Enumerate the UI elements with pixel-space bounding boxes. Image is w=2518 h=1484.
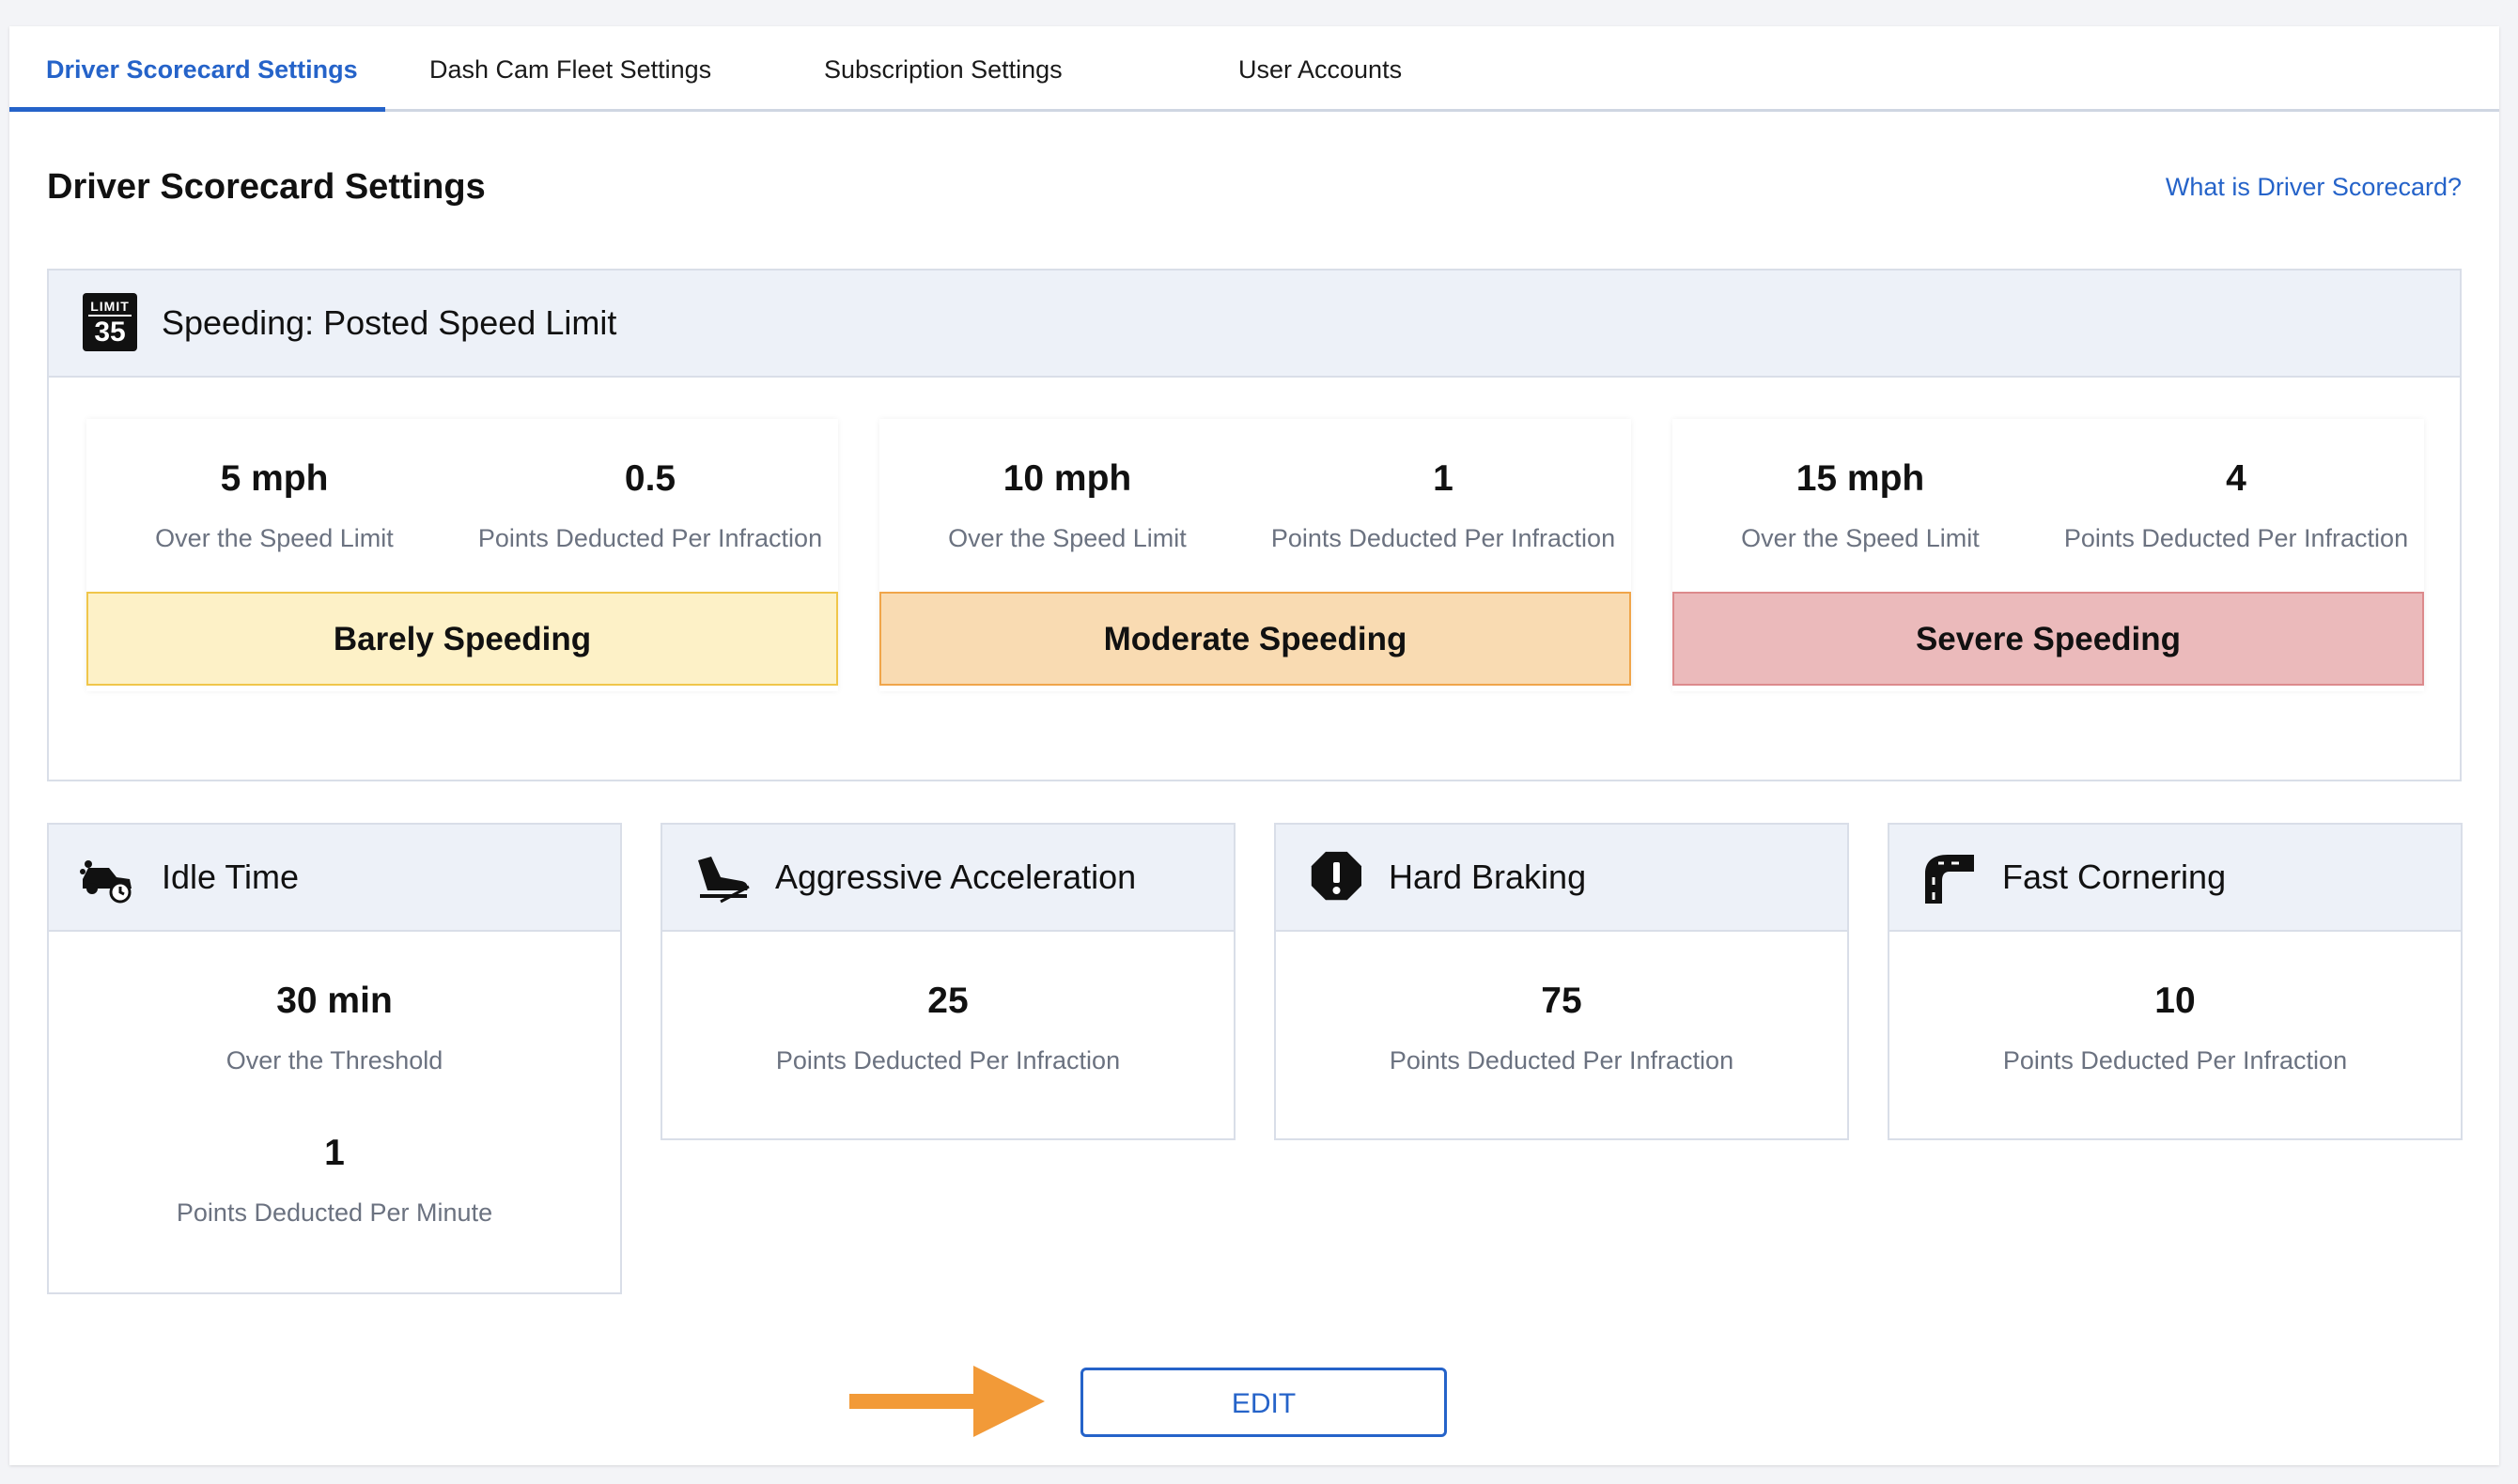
idle-points-stat: 1 Points Deducted Per Minute bbox=[49, 1133, 620, 1228]
idle-points-value: 1 bbox=[324, 1133, 345, 1173]
cornering-points-value: 10 bbox=[2154, 981, 2196, 1021]
speeding-tier-severe: 15 mph Over the Speed Limit 4 Points Ded… bbox=[1672, 419, 2424, 691]
idle-time-title: Idle Time bbox=[162, 858, 300, 896]
cornering-card-header: Fast Cornering bbox=[1889, 825, 2461, 932]
tier-speed-stat: 15 mph Over the Speed Limit bbox=[1672, 419, 2048, 553]
hard-braking-card: Hard Braking 75 Points Deducted Per Infr… bbox=[1274, 823, 1849, 1140]
acceleration-points-label: Points Deducted Per Infraction bbox=[775, 1046, 1121, 1074]
tab-driver-scorecard-settings[interactable]: Driver Scorecard Settings bbox=[9, 26, 385, 112]
tier-speed-label: Over the Speed Limit bbox=[155, 524, 394, 552]
idle-time-card-header: Idle Time bbox=[49, 825, 620, 932]
arrow-right-icon bbox=[849, 1366, 1045, 1437]
acceleration-title: Aggressive Acceleration bbox=[775, 858, 1137, 896]
tier-speed-value: 10 mph bbox=[1003, 458, 1132, 499]
cornering-points-stat: 10 Points Deducted Per Infraction bbox=[1889, 981, 2461, 1075]
what-is-driver-scorecard-link[interactable]: What is Driver Scorecard? bbox=[2166, 173, 2462, 202]
tier-speed-value: 5 mph bbox=[220, 458, 329, 499]
acceleration-points-stat: 25 Points Deducted Per Infraction bbox=[662, 981, 1234, 1075]
tier-speed-value: 15 mph bbox=[1795, 458, 1925, 499]
tab-user-accounts[interactable]: User Accounts bbox=[1238, 26, 1402, 109]
tier-points-value: 1 bbox=[1433, 458, 1453, 499]
tab-subscription-settings[interactable]: Subscription Settings bbox=[824, 26, 1063, 109]
speeding-card: LIMIT 35 Speeding: Posted Speed Limit 5 … bbox=[47, 269, 2462, 781]
braking-card-header: Hard Braking bbox=[1276, 825, 1847, 932]
acceleration-points-value: 25 bbox=[927, 981, 969, 1021]
speeding-card-header: LIMIT 35 Speeding: Posted Speed Limit bbox=[49, 271, 2460, 378]
page-title: Driver Scorecard Settings bbox=[47, 167, 486, 207]
curved-road-icon bbox=[1925, 855, 1974, 904]
tier-speed-label: Over the Speed Limit bbox=[1741, 524, 1980, 552]
tier-band-severe-speeding: Severe Speeding bbox=[1672, 592, 2424, 686]
tier-speed-stat: 5 mph Over the Speed Limit bbox=[86, 419, 462, 553]
tier-points-label: Points Deducted Per Infraction bbox=[2063, 524, 2409, 552]
tier-speed-stat: 10 mph Over the Speed Limit bbox=[879, 419, 1255, 553]
braking-points-value: 75 bbox=[1541, 981, 1582, 1021]
edit-button[interactable]: EDIT bbox=[1080, 1368, 1447, 1437]
idle-threshold-stat: 30 min Over the Threshold bbox=[49, 981, 620, 1075]
idle-threshold-label: Over the Threshold bbox=[225, 1046, 443, 1074]
idle-car-icon bbox=[80, 860, 132, 904]
acceleration-card-header: Aggressive Acceleration bbox=[662, 825, 1234, 932]
hard-braking-title: Hard Braking bbox=[1389, 858, 1587, 896]
fast-cornering-title: Fast Cornering bbox=[2002, 858, 2227, 896]
braking-points-label: Points Deducted Per Infraction bbox=[1389, 1046, 1734, 1074]
idle-points-label: Points Deducted Per Minute bbox=[176, 1198, 493, 1227]
tier-points-label: Points Deducted Per Infraction bbox=[1270, 524, 1616, 552]
speed-limit-sign-icon: LIMIT 35 bbox=[83, 293, 137, 351]
braking-points-stat: 75 Points Deducted Per Infraction bbox=[1276, 981, 1847, 1075]
tier-points-value: 0.5 bbox=[624, 458, 676, 499]
tier-points-stat: 1 Points Deducted Per Infraction bbox=[1255, 419, 1631, 553]
tab-bar: Driver Scorecard Settings Dash Cam Fleet… bbox=[9, 26, 2499, 112]
tier-points-stat: 0.5 Points Deducted Per Infraction bbox=[462, 419, 838, 553]
brake-warning-icon bbox=[1311, 851, 1361, 901]
tab-dash-cam-fleet-settings[interactable]: Dash Cam Fleet Settings bbox=[429, 26, 711, 109]
tier-speed-label: Over the Speed Limit bbox=[948, 524, 1187, 552]
cornering-points-label: Points Deducted Per Infraction bbox=[2002, 1046, 2348, 1074]
speeding-tier-moderate: 10 mph Over the Speed Limit 1 Points Ded… bbox=[879, 419, 1631, 691]
tier-points-value: 4 bbox=[2226, 458, 2246, 499]
tier-band-barely-speeding: Barely Speeding bbox=[86, 592, 838, 686]
idle-threshold-value: 30 min bbox=[276, 981, 393, 1021]
idle-time-card: Idle Time 30 min Over the Threshold 1 Po… bbox=[47, 823, 622, 1294]
gas-pedal-icon bbox=[698, 857, 750, 904]
tier-points-stat: 4 Points Deducted Per Infraction bbox=[2048, 419, 2424, 553]
tier-band-moderate-speeding: Moderate Speeding bbox=[879, 592, 1631, 686]
aggressive-acceleration-card: Aggressive Acceleration 25 Points Deduct… bbox=[661, 823, 1236, 1140]
speeding-card-title: Speeding: Posted Speed Limit bbox=[162, 303, 617, 342]
settings-panel: Driver Scorecard Settings Dash Cam Fleet… bbox=[9, 26, 2499, 1465]
fast-cornering-card: Fast Cornering 10 Points Deducted Per In… bbox=[1888, 823, 2463, 1140]
speeding-tier-barely: 5 mph Over the Speed Limit 0.5 Points De… bbox=[86, 419, 838, 691]
tier-points-label: Points Deducted Per Infraction bbox=[477, 524, 823, 552]
